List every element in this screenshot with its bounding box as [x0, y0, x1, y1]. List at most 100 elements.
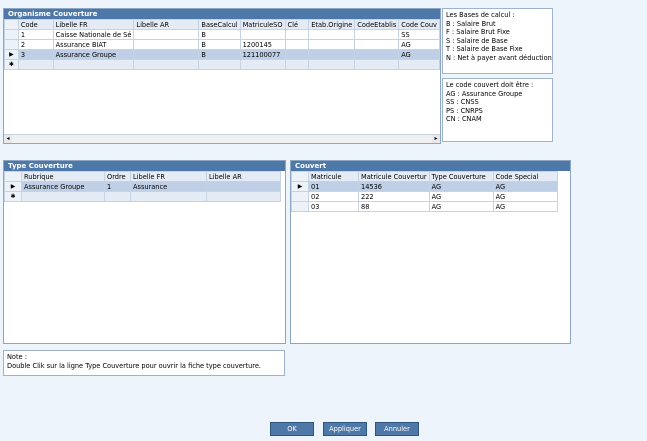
- table-cell[interactable]: B: [198, 29, 241, 40]
- current-row-arrow-icon[interactable]: ▶: [4, 49, 19, 60]
- table-cell[interactable]: [354, 29, 400, 40]
- table-cell[interactable]: 2: [17, 39, 54, 50]
- table-cell[interactable]: 1: [104, 181, 131, 192]
- new-row-cell[interactable]: [398, 59, 440, 70]
- table-row[interactable]: ▶ Assurance Groupe 1 Assurance: [4, 181, 281, 192]
- table-row[interactable]: 1 Caisse Nationale de Sé B SS: [4, 29, 440, 40]
- new-row-cell[interactable]: [17, 59, 54, 70]
- table-cell[interactable]: 14536: [358, 181, 430, 192]
- table-row[interactable]: 03 88 AG AG: [291, 201, 558, 212]
- column-header[interactable]: Ordre: [104, 171, 131, 182]
- column-header[interactable]: CodeEtablis: [354, 19, 400, 30]
- table-cell[interactable]: Assurance BIAT: [52, 39, 135, 50]
- new-row-cell[interactable]: [354, 59, 400, 70]
- table-cell[interactable]: [239, 29, 286, 40]
- column-header[interactable]: Libelle AR: [133, 19, 200, 30]
- current-row-arrow-icon[interactable]: ▶: [4, 181, 22, 192]
- table-cell[interactable]: [308, 39, 356, 50]
- table-cell[interactable]: Assurance Groupe: [52, 49, 135, 60]
- new-row-cell[interactable]: [21, 191, 105, 202]
- grid-corner: [4, 19, 19, 30]
- column-header[interactable]: Matricule: [308, 171, 359, 182]
- column-header[interactable]: Type Couverture: [428, 171, 494, 182]
- column-header[interactable]: BaseCalcul: [198, 19, 241, 30]
- table-cell[interactable]: AG: [428, 201, 494, 212]
- column-header[interactable]: Code: [17, 19, 54, 30]
- cancel-button[interactable]: Annuler: [375, 422, 419, 436]
- table-cell[interactable]: AG: [492, 191, 558, 202]
- table-cell[interactable]: 01: [308, 181, 359, 192]
- column-header[interactable]: Code Couv: [398, 19, 440, 30]
- column-header[interactable]: MatriculeSO: [239, 19, 286, 30]
- new-row-cell[interactable]: [239, 59, 286, 70]
- table-cell[interactable]: [133, 49, 200, 60]
- table-cell[interactable]: SS: [398, 29, 440, 40]
- table-cell[interactable]: AG: [398, 49, 440, 60]
- table-cell[interactable]: [354, 39, 400, 50]
- table-cell[interactable]: [284, 29, 310, 40]
- column-header[interactable]: Libelle AR: [206, 171, 281, 182]
- column-header[interactable]: Clé: [284, 19, 310, 30]
- new-row-asterisk-icon[interactable]: ✱: [4, 191, 22, 202]
- scroll-left-arrow-icon[interactable]: ◂: [4, 135, 12, 143]
- table-cell[interactable]: 222: [358, 191, 430, 202]
- column-header[interactable]: Etab.Origine: [308, 19, 356, 30]
- new-row[interactable]: ✱: [4, 59, 440, 70]
- new-row[interactable]: ✱: [4, 191, 281, 202]
- current-row-arrow-icon[interactable]: ▶: [291, 181, 309, 192]
- table-cell[interactable]: AG: [428, 191, 494, 202]
- table-cell[interactable]: 1: [17, 29, 54, 40]
- table-cell[interactable]: [308, 49, 356, 60]
- row-header[interactable]: [4, 39, 19, 50]
- new-row-cell[interactable]: [284, 59, 310, 70]
- new-row-cell[interactable]: [130, 191, 207, 202]
- table-cell[interactable]: [133, 39, 200, 50]
- table-cell[interactable]: [284, 39, 310, 50]
- new-row-cell[interactable]: [52, 59, 135, 70]
- column-header[interactable]: Rubrique: [21, 171, 105, 182]
- table-cell[interactable]: Assurance: [130, 181, 207, 192]
- table-row[interactable]: ▶ 3 Assurance Groupe B 121100077 AG: [4, 49, 440, 60]
- table-cell[interactable]: B: [198, 39, 241, 50]
- table-cell[interactable]: [308, 29, 356, 40]
- table-cell[interactable]: AG: [428, 181, 494, 192]
- table-row[interactable]: 2 Assurance BIAT B 1200145 AG: [4, 39, 440, 50]
- row-header[interactable]: [4, 29, 19, 40]
- table-row[interactable]: 02 222 AG AG: [291, 191, 558, 202]
- type-couverture-grid: Rubrique Ordre Libelle FR Libelle AR ▶ Assur…: [4, 171, 281, 202]
- row-header[interactable]: [291, 201, 309, 212]
- table-cell[interactable]: 1200145: [239, 39, 286, 50]
- new-row-asterisk-icon[interactable]: ✱: [4, 59, 19, 70]
- column-header[interactable]: Code Special: [492, 171, 558, 182]
- table-cell[interactable]: 3: [17, 49, 54, 60]
- new-row-cell[interactable]: [133, 59, 200, 70]
- organisme-horizontal-scrollbar[interactable]: ◂ ▸: [4, 134, 440, 143]
- column-header[interactable]: Libelle FR: [130, 171, 207, 182]
- couvert-title: Couvert: [291, 161, 570, 171]
- table-cell[interactable]: [284, 49, 310, 60]
- new-row-cell[interactable]: [198, 59, 241, 70]
- table-cell[interactable]: 121100077: [239, 49, 286, 60]
- new-row-cell[interactable]: [104, 191, 131, 202]
- apply-button[interactable]: Appliquer: [323, 422, 367, 436]
- table-cell[interactable]: B: [198, 49, 241, 60]
- table-cell[interactable]: Assurance Groupe: [21, 181, 105, 192]
- table-cell[interactable]: Caisse Nationale de Sé: [52, 29, 135, 40]
- table-cell[interactable]: AG: [492, 181, 558, 192]
- row-header[interactable]: [291, 191, 309, 202]
- table-cell[interactable]: [206, 181, 281, 192]
- new-row-cell[interactable]: [206, 191, 281, 202]
- column-header[interactable]: Libelle FR: [52, 19, 135, 30]
- new-row-cell[interactable]: [308, 59, 356, 70]
- table-cell[interactable]: 88: [358, 201, 430, 212]
- scroll-right-arrow-icon[interactable]: ▸: [432, 135, 440, 143]
- table-cell[interactable]: AG: [492, 201, 558, 212]
- table-cell[interactable]: [354, 49, 400, 60]
- ok-button[interactable]: OK: [270, 422, 314, 436]
- table-cell[interactable]: [133, 29, 200, 40]
- table-row[interactable]: ▶ 01 14536 AG AG: [291, 181, 558, 192]
- column-header[interactable]: Matricule Couvertur: [358, 171, 430, 182]
- table-cell[interactable]: 02: [308, 191, 359, 202]
- table-cell[interactable]: 03: [308, 201, 359, 212]
- table-cell[interactable]: AG: [398, 39, 440, 50]
